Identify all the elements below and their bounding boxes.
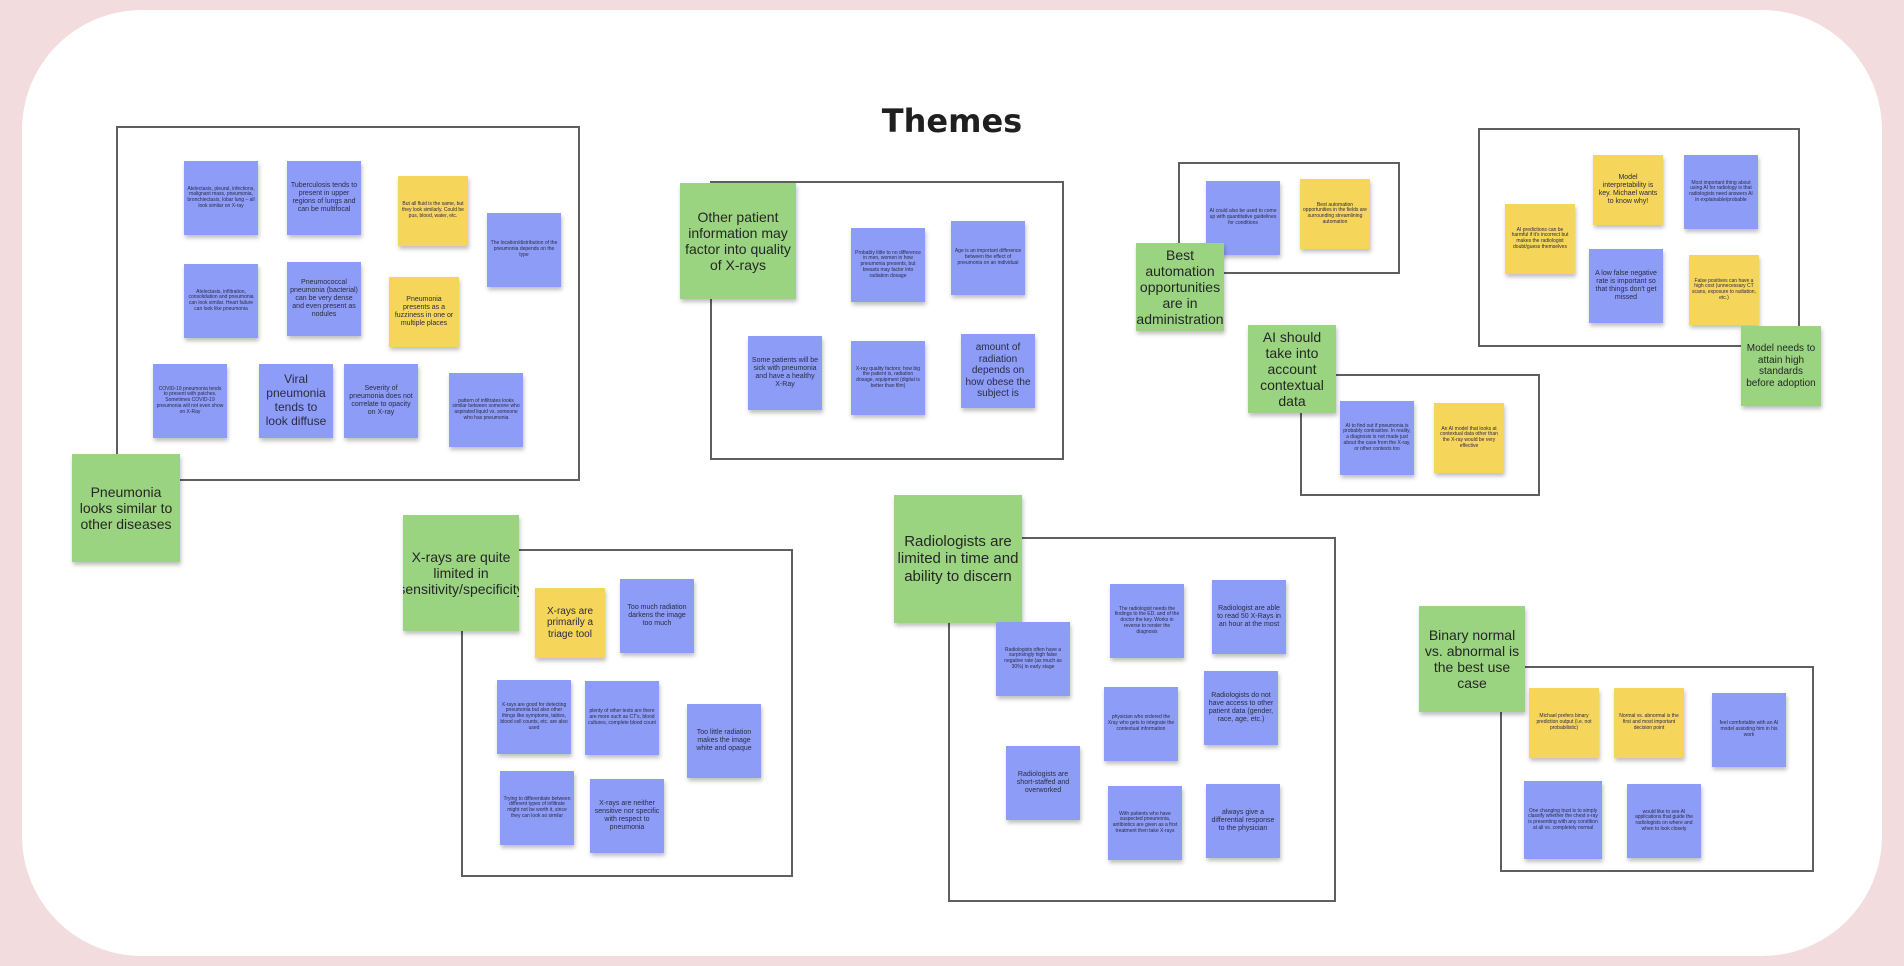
sticky-note[interactable]: would like to see AI applications that g…	[1627, 784, 1701, 858]
sticky-note[interactable]: One changing trust is to simply classify…	[1524, 781, 1602, 859]
theme-sticky[interactable]: Pneumonia looks similar to other disease…	[72, 454, 180, 562]
sticky-note[interactable]: Radiologist are able to read 50 X-Rays i…	[1212, 580, 1286, 654]
theme-sticky[interactable]: Best automation opportunities are in adm…	[1136, 243, 1224, 331]
sticky-note[interactable]: physician who ordered the Xray who gets …	[1104, 687, 1178, 761]
sticky-note[interactable]: Best automation opportunities in the fie…	[1300, 179, 1370, 249]
theme-sticky[interactable]: Other patient information may factor int…	[680, 183, 796, 299]
sticky-note[interactable]: amount of radiation depends on how obese…	[961, 334, 1035, 408]
sticky-note[interactable]: Atelectasis, pleural, infections, malign…	[184, 161, 258, 235]
sticky-note[interactable]: Too little radiation makes the image whi…	[687, 704, 761, 778]
sticky-note[interactable]: X-rays are good for detecting pneumonia …	[497, 680, 571, 754]
sticky-note[interactable]: feel comfortable with an AI model assist…	[1712, 693, 1786, 767]
sticky-note[interactable]: Radiologists often have a surprisingly h…	[996, 622, 1070, 696]
sticky-note[interactable]: With patients who have suspected pneumon…	[1108, 786, 1182, 860]
sticky-note[interactable]: Pneumococcal pneumonia (bacterial) can b…	[287, 262, 361, 336]
sticky-note[interactable]: But all fluid is the same, but they look…	[398, 176, 468, 246]
sticky-note[interactable]: Severity of pneumonia does not correlate…	[344, 364, 418, 438]
sticky-note[interactable]: False positives can have a high cost (un…	[1689, 255, 1759, 325]
sticky-note[interactable]: Normal vs. abnormal is the first and mos…	[1614, 688, 1684, 758]
sticky-note[interactable]: Trying to differentiate between differen…	[500, 771, 574, 845]
sticky-note[interactable]: AI to find out if pneumonia is probably …	[1340, 401, 1414, 475]
sticky-note[interactable]: Age is an important difference between t…	[951, 221, 1025, 295]
theme-sticky[interactable]: Model needs to attain high standards bef…	[1741, 326, 1821, 406]
sticky-note[interactable]: The location/distribution of the pneumon…	[487, 213, 561, 287]
theme-sticky[interactable]: Binary normal vs. abnormal is the best u…	[1419, 606, 1525, 712]
sticky-note[interactable]: pattern of infiltrates looks similar bet…	[449, 373, 523, 447]
sticky-note[interactable]: Some patients will be sick with pneumoni…	[748, 336, 822, 410]
sticky-note[interactable]: Pneumonia presents as a fuzziness in one…	[389, 277, 459, 347]
sticky-note[interactable]: plenty of other tests are there are more…	[585, 681, 659, 755]
sticky-note[interactable]: Radiologists do not have access to other…	[1204, 671, 1278, 745]
sticky-note[interactable]: always give a differential response to t…	[1206, 784, 1280, 858]
sticky-note[interactable]: Model interpretability is key. Michael w…	[1593, 155, 1663, 225]
sticky-note[interactable]: The radiologist needs the findings to th…	[1110, 584, 1184, 658]
sticky-note[interactable]: AI predictions can be harmful if it's in…	[1505, 204, 1575, 274]
sticky-note[interactable]: X-ray quality factors: how big the patie…	[851, 341, 925, 415]
frame-ai-contextual[interactable]	[1300, 374, 1540, 496]
sticky-note[interactable]: COVID-19 pneumonia tends to present with…	[153, 364, 227, 438]
sticky-note[interactable]: An AI model that looks at contextual dat…	[1434, 403, 1504, 473]
theme-sticky[interactable]: AI should take into account contextual d…	[1248, 325, 1336, 413]
sticky-note[interactable]: Viral pneumonia tends to look diffuse	[259, 364, 333, 438]
sticky-note[interactable]: Tuberculosis tends to present in upper r…	[287, 161, 361, 235]
sticky-note[interactable]: Atelectasis, infiltration, consolidation…	[184, 264, 258, 338]
sticky-note[interactable]: Probably little to no difference in men,…	[851, 228, 925, 302]
theme-sticky[interactable]: Radiologists are limited in time and abi…	[894, 495, 1022, 623]
sticky-note[interactable]: Radiologists are short-staffed and overw…	[1006, 746, 1080, 820]
sticky-note[interactable]: Michael prefers binary prediction output…	[1529, 688, 1599, 758]
theme-sticky[interactable]: X-rays are quite limited in sensitivity/…	[403, 515, 519, 631]
sticky-note[interactable]: X-rays are neither sensitive nor specifi…	[590, 779, 664, 853]
sticky-note[interactable]: Most important thing about using AI for …	[1684, 155, 1758, 229]
sticky-note[interactable]: X-rays are primarily a triage tool	[535, 588, 605, 658]
sticky-note[interactable]: Too much radiation darkens the image too…	[620, 579, 694, 653]
sticky-note[interactable]: A low false negative rate is important s…	[1589, 249, 1663, 323]
